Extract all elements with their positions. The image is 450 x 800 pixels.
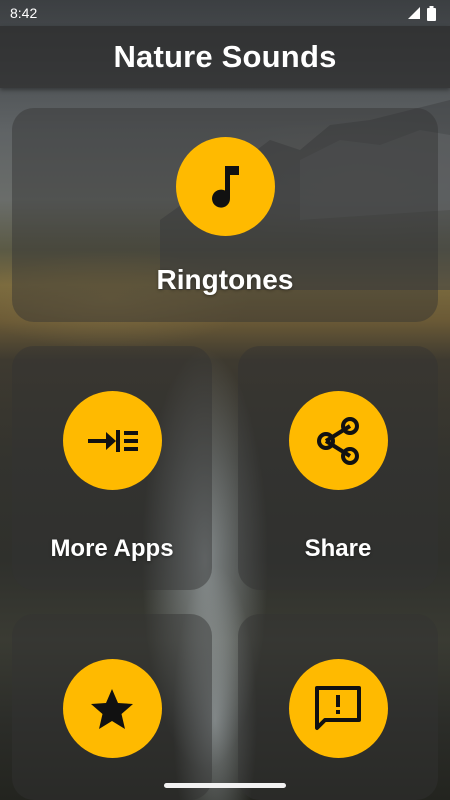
star-icon — [91, 688, 133, 729]
feedback-button[interactable] — [288, 659, 388, 758]
share-card[interactable]: Share — [238, 346, 438, 590]
rate-card[interactable] — [12, 614, 212, 800]
home-gesture-bar[interactable] — [164, 783, 286, 788]
share-label: Share — [304, 535, 372, 562]
more-apps-card[interactable]: More Apps — [12, 346, 212, 590]
share-icon — [317, 416, 359, 465]
status-icons — [407, 5, 436, 21]
feedback-icon — [315, 685, 361, 730]
more-apps-icon — [88, 429, 138, 452]
rate-button[interactable] — [62, 659, 162, 758]
music-note-icon — [212, 165, 239, 208]
status-time: 8:42 — [10, 5, 38, 21]
ringtones-label: Ringtones — [156, 264, 294, 295]
battery-icon — [427, 5, 436, 21]
status-bar: 8:42 — [0, 0, 450, 26]
signal-icon — [408, 7, 420, 19]
ringtones-button[interactable] — [175, 137, 275, 236]
more-apps-label: More Apps — [50, 535, 174, 562]
share-button[interactable] — [288, 391, 388, 490]
app-title: Nature Sounds — [113, 39, 337, 74]
more-apps-button[interactable] — [62, 391, 162, 490]
ringtones-card[interactable]: Ringtones — [12, 108, 438, 322]
app-bar: Nature Sounds — [0, 26, 450, 88]
feedback-card[interactable] — [238, 614, 438, 800]
